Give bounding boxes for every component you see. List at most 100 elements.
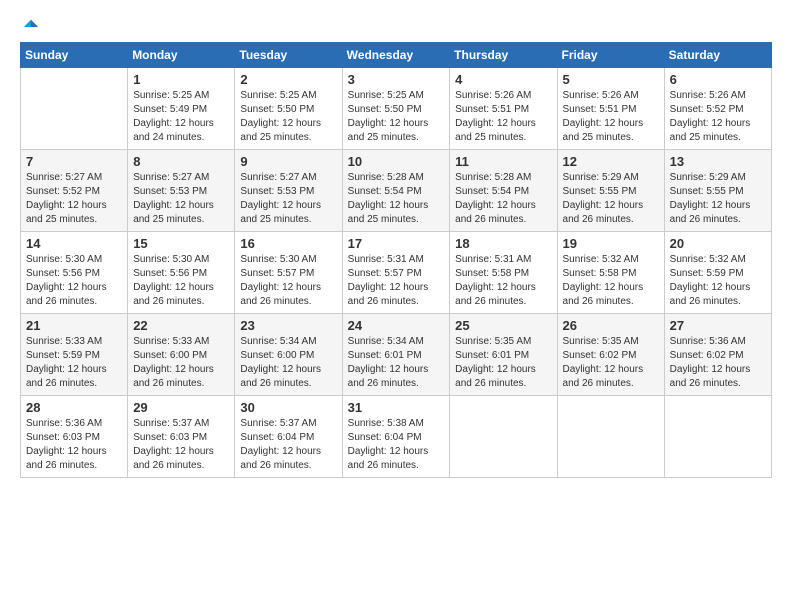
day-info: Sunrise: 5:30 AMSunset: 5:57 PMDaylight:… — [240, 253, 336, 309]
calendar-cell: 27 Sunrise: 5:36 AMSunset: 6:02 PMDayligh… — [664, 314, 771, 396]
calendar-cell: 12 Sunrise: 5:29 AMSunset: 5:55 PMDayligh… — [557, 150, 664, 232]
calendar-cell — [450, 396, 557, 478]
calendar-cell: 6Sunrise: 5:26 AMSunset: 5:52 PMDaylight… — [664, 68, 771, 150]
day-number: 25 — [455, 318, 551, 333]
calendar-cell: 29 Sunrise: 5:37 AMSunset: 6:03 PMDayligh… — [128, 396, 235, 478]
day-info: Sunrise: 5:25 AMSunset: 5:50 PMDaylight:… — [240, 89, 336, 145]
calendar-cell: 19 Sunrise: 5:32 AMSunset: 5:58 PMDayligh… — [557, 232, 664, 314]
day-number: 29 — [133, 400, 229, 415]
calendar-cell: 21 Sunrise: 5:33 AMSunset: 5:59 PMDayligh… — [21, 314, 128, 396]
header — [20, 18, 772, 32]
calendar-week-row: 7 Sunrise: 5:27 AMSunset: 5:52 PMDaylight… — [21, 150, 772, 232]
calendar-cell — [21, 68, 128, 150]
day-number: 14 — [26, 236, 122, 251]
calendar-cell: 4 Sunrise: 5:26 AMSunset: 5:51 PMDaylight… — [450, 68, 557, 150]
calendar-cell: 7 Sunrise: 5:27 AMSunset: 5:52 PMDaylight… — [21, 150, 128, 232]
calendar-cell — [664, 396, 771, 478]
day-number: 19 — [563, 236, 659, 251]
day-info: Sunrise: 5:28 AMSunset: 5:54 PMDaylight:… — [348, 171, 445, 227]
day-number: 11 — [455, 154, 551, 169]
page: SundayMondayTuesdayWednesdayThursdayFrid… — [0, 0, 792, 612]
day-info: Sunrise: 5:38 AMSunset: 6:04 PMDaylight:… — [348, 417, 445, 473]
calendar-cell: 25Sunrise: 5:35 AMSunset: 6:01 PMDayligh… — [450, 314, 557, 396]
logo-flag-icon — [22, 18, 40, 36]
weekday-header: Monday — [128, 43, 235, 68]
calendar-cell: 24 Sunrise: 5:34 AMSunset: 6:01 PMDayligh… — [342, 314, 450, 396]
day-info: Sunrise: 5:25 AMSunset: 5:49 PMDaylight:… — [133, 89, 229, 145]
day-number: 21 — [26, 318, 122, 333]
day-info: Sunrise: 5:32 AMSunset: 5:58 PMDaylight:… — [563, 253, 659, 309]
calendar-cell: 13Sunrise: 5:29 AMSunset: 5:55 PMDayligh… — [664, 150, 771, 232]
calendar-cell: 23Sunrise: 5:34 AMSunset: 6:00 PMDayligh… — [235, 314, 342, 396]
day-number: 6 — [670, 72, 766, 87]
calendar-cell: 10Sunrise: 5:28 AMSunset: 5:54 PMDayligh… — [342, 150, 450, 232]
day-number: 1 — [133, 72, 229, 87]
day-number: 23 — [240, 318, 336, 333]
day-number: 7 — [26, 154, 122, 169]
day-number: 2 — [240, 72, 336, 87]
weekday-header: Wednesday — [342, 43, 450, 68]
weekday-header: Tuesday — [235, 43, 342, 68]
calendar-cell: 2 Sunrise: 5:25 AMSunset: 5:50 PMDaylight… — [235, 68, 342, 150]
calendar-cell: 17 Sunrise: 5:31 AMSunset: 5:57 PMDayligh… — [342, 232, 450, 314]
day-info: Sunrise: 5:27 AMSunset: 5:53 PMDaylight:… — [240, 171, 336, 227]
weekday-header: Friday — [557, 43, 664, 68]
calendar-cell: 16 Sunrise: 5:30 AMSunset: 5:57 PMDayligh… — [235, 232, 342, 314]
day-number: 13 — [670, 154, 766, 169]
day-info: Sunrise: 5:37 AMSunset: 6:03 PMDaylight:… — [133, 417, 229, 473]
calendar-cell: 11Sunrise: 5:28 AMSunset: 5:54 PMDayligh… — [450, 150, 557, 232]
day-number: 8 — [133, 154, 229, 169]
calendar-cell: 15 Sunrise: 5:30 AMSunset: 5:56 PMDayligh… — [128, 232, 235, 314]
calendar-cell: 9 Sunrise: 5:27 AMSunset: 5:53 PMDaylight… — [235, 150, 342, 232]
day-info: Sunrise: 5:30 AMSunset: 5:56 PMDaylight:… — [26, 253, 122, 309]
day-info: Sunrise: 5:34 AMSunset: 6:01 PMDaylight:… — [348, 335, 445, 391]
day-info: Sunrise: 5:30 AMSunset: 5:56 PMDaylight:… — [133, 253, 229, 309]
calendar-cell: 8 Sunrise: 5:27 AMSunset: 5:53 PMDaylight… — [128, 150, 235, 232]
calendar-cell: 5 Sunrise: 5:26 AMSunset: 5:51 PMDaylight… — [557, 68, 664, 150]
day-number: 28 — [26, 400, 122, 415]
day-info: Sunrise: 5:26 AMSunset: 5:51 PMDaylight:… — [455, 89, 551, 145]
calendar-week-row: 21 Sunrise: 5:33 AMSunset: 5:59 PMDayligh… — [21, 314, 772, 396]
day-number: 3 — [348, 72, 445, 87]
calendar-header-row: SundayMondayTuesdayWednesdayThursdayFrid… — [21, 43, 772, 68]
weekday-header: Thursday — [450, 43, 557, 68]
calendar-cell: 28 Sunrise: 5:36 AMSunset: 6:03 PMDayligh… — [21, 396, 128, 478]
day-number: 5 — [563, 72, 659, 87]
calendar-week-row: 1 Sunrise: 5:25 AMSunset: 5:49 PMDaylight… — [21, 68, 772, 150]
day-number: 15 — [133, 236, 229, 251]
day-number: 24 — [348, 318, 445, 333]
day-number: 31 — [348, 400, 445, 415]
day-info: Sunrise: 5:29 AMSunset: 5:55 PMDaylight:… — [563, 171, 659, 227]
day-number: 26 — [563, 318, 659, 333]
day-number: 30 — [240, 400, 336, 415]
day-number: 17 — [348, 236, 445, 251]
calendar-cell: 26 Sunrise: 5:35 AMSunset: 6:02 PMDayligh… — [557, 314, 664, 396]
day-number: 22 — [133, 318, 229, 333]
day-info: Sunrise: 5:27 AMSunset: 5:53 PMDaylight:… — [133, 171, 229, 227]
calendar-cell: 31 Sunrise: 5:38 AMSunset: 6:04 PMDayligh… — [342, 396, 450, 478]
day-number: 4 — [455, 72, 551, 87]
day-info: Sunrise: 5:36 AMSunset: 6:03 PMDaylight:… — [26, 417, 122, 473]
day-info: Sunrise: 5:31 AMSunset: 5:58 PMDaylight:… — [455, 253, 551, 309]
weekday-header: Sunday — [21, 43, 128, 68]
calendar-cell — [557, 396, 664, 478]
day-number: 9 — [240, 154, 336, 169]
day-number: 27 — [670, 318, 766, 333]
day-number: 16 — [240, 236, 336, 251]
calendar-week-row: 28 Sunrise: 5:36 AMSunset: 6:03 PMDayligh… — [21, 396, 772, 478]
day-info: Sunrise: 5:27 AMSunset: 5:52 PMDaylight:… — [26, 171, 122, 227]
day-number: 12 — [563, 154, 659, 169]
day-number: 18 — [455, 236, 551, 251]
day-info: Sunrise: 5:33 AMSunset: 5:59 PMDaylight:… — [26, 335, 122, 391]
day-info: Sunrise: 5:36 AMSunset: 6:02 PMDaylight:… — [670, 335, 766, 391]
calendar-table: SundayMondayTuesdayWednesdayThursdayFrid… — [20, 42, 772, 478]
day-info: Sunrise: 5:31 AMSunset: 5:57 PMDaylight:… — [348, 253, 445, 309]
day-info: Sunrise: 5:25 AMSunset: 5:50 PMDaylight:… — [348, 89, 445, 145]
calendar-cell: 30 Sunrise: 5:37 AMSunset: 6:04 PMDayligh… — [235, 396, 342, 478]
day-info: Sunrise: 5:35 AMSunset: 6:02 PMDaylight:… — [563, 335, 659, 391]
day-info: Sunrise: 5:37 AMSunset: 6:04 PMDaylight:… — [240, 417, 336, 473]
day-info: Sunrise: 5:26 AMSunset: 5:51 PMDaylight:… — [563, 89, 659, 145]
calendar-cell: 22Sunrise: 5:33 AMSunset: 6:00 PMDayligh… — [128, 314, 235, 396]
calendar-cell: 3 Sunrise: 5:25 AMSunset: 5:50 PMDaylight… — [342, 68, 450, 150]
logo — [20, 18, 40, 32]
